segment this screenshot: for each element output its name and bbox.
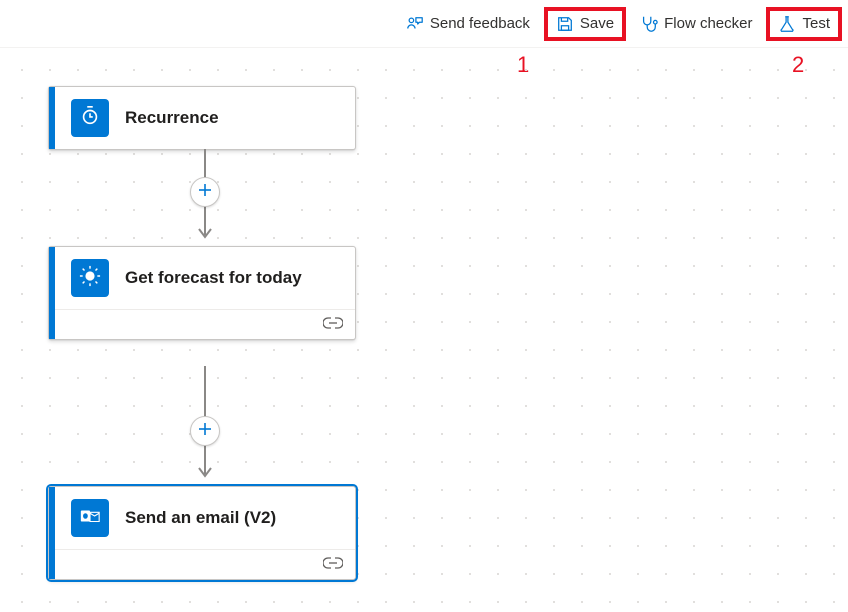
plus-icon [197,420,213,443]
step-badge [71,99,109,137]
flow-step-recurrence[interactable]: Recurrence [48,86,356,150]
add-step-button[interactable] [190,416,220,446]
card-accent [49,487,55,579]
step-title: Send an email (V2) [125,507,276,529]
step-title: Get forecast for today [125,267,302,289]
link-icon [323,556,343,574]
flow-checker-button[interactable]: Flow checker [630,9,762,39]
save-icon [556,15,574,33]
flow-step-send-email[interactable]: Send an email (V2) [48,486,356,580]
person-feedback-icon [406,15,424,33]
flask-icon [778,15,796,33]
flow-checker-label: Flow checker [664,15,752,32]
recurrence-icon [79,105,101,132]
stethoscope-icon [640,15,658,33]
step-title: Recurrence [125,107,219,129]
card-accent [49,247,55,339]
card-accent [49,87,55,149]
send-feedback-label: Send feedback [430,15,530,32]
step-footer [49,549,355,579]
flow-designer-canvas[interactable]: Recurrence Get forecast for today [0,48,848,612]
save-label: Save [580,15,614,32]
add-step-button[interactable] [190,177,220,207]
weather-icon [79,265,101,292]
flow-step-forecast[interactable]: Get forecast for today [48,246,356,340]
test-label: Test [802,15,830,32]
link-icon [323,316,343,334]
test-button[interactable]: Test [768,9,840,39]
outlook-icon [79,505,101,532]
save-button[interactable]: Save [546,9,624,39]
plus-icon [197,181,213,204]
send-feedback-button[interactable]: Send feedback [396,9,540,39]
step-footer [49,309,355,339]
step-badge [71,499,109,537]
step-badge [71,259,109,297]
editor-toolbar: Send feedback Save Flow checker Test [0,0,848,48]
